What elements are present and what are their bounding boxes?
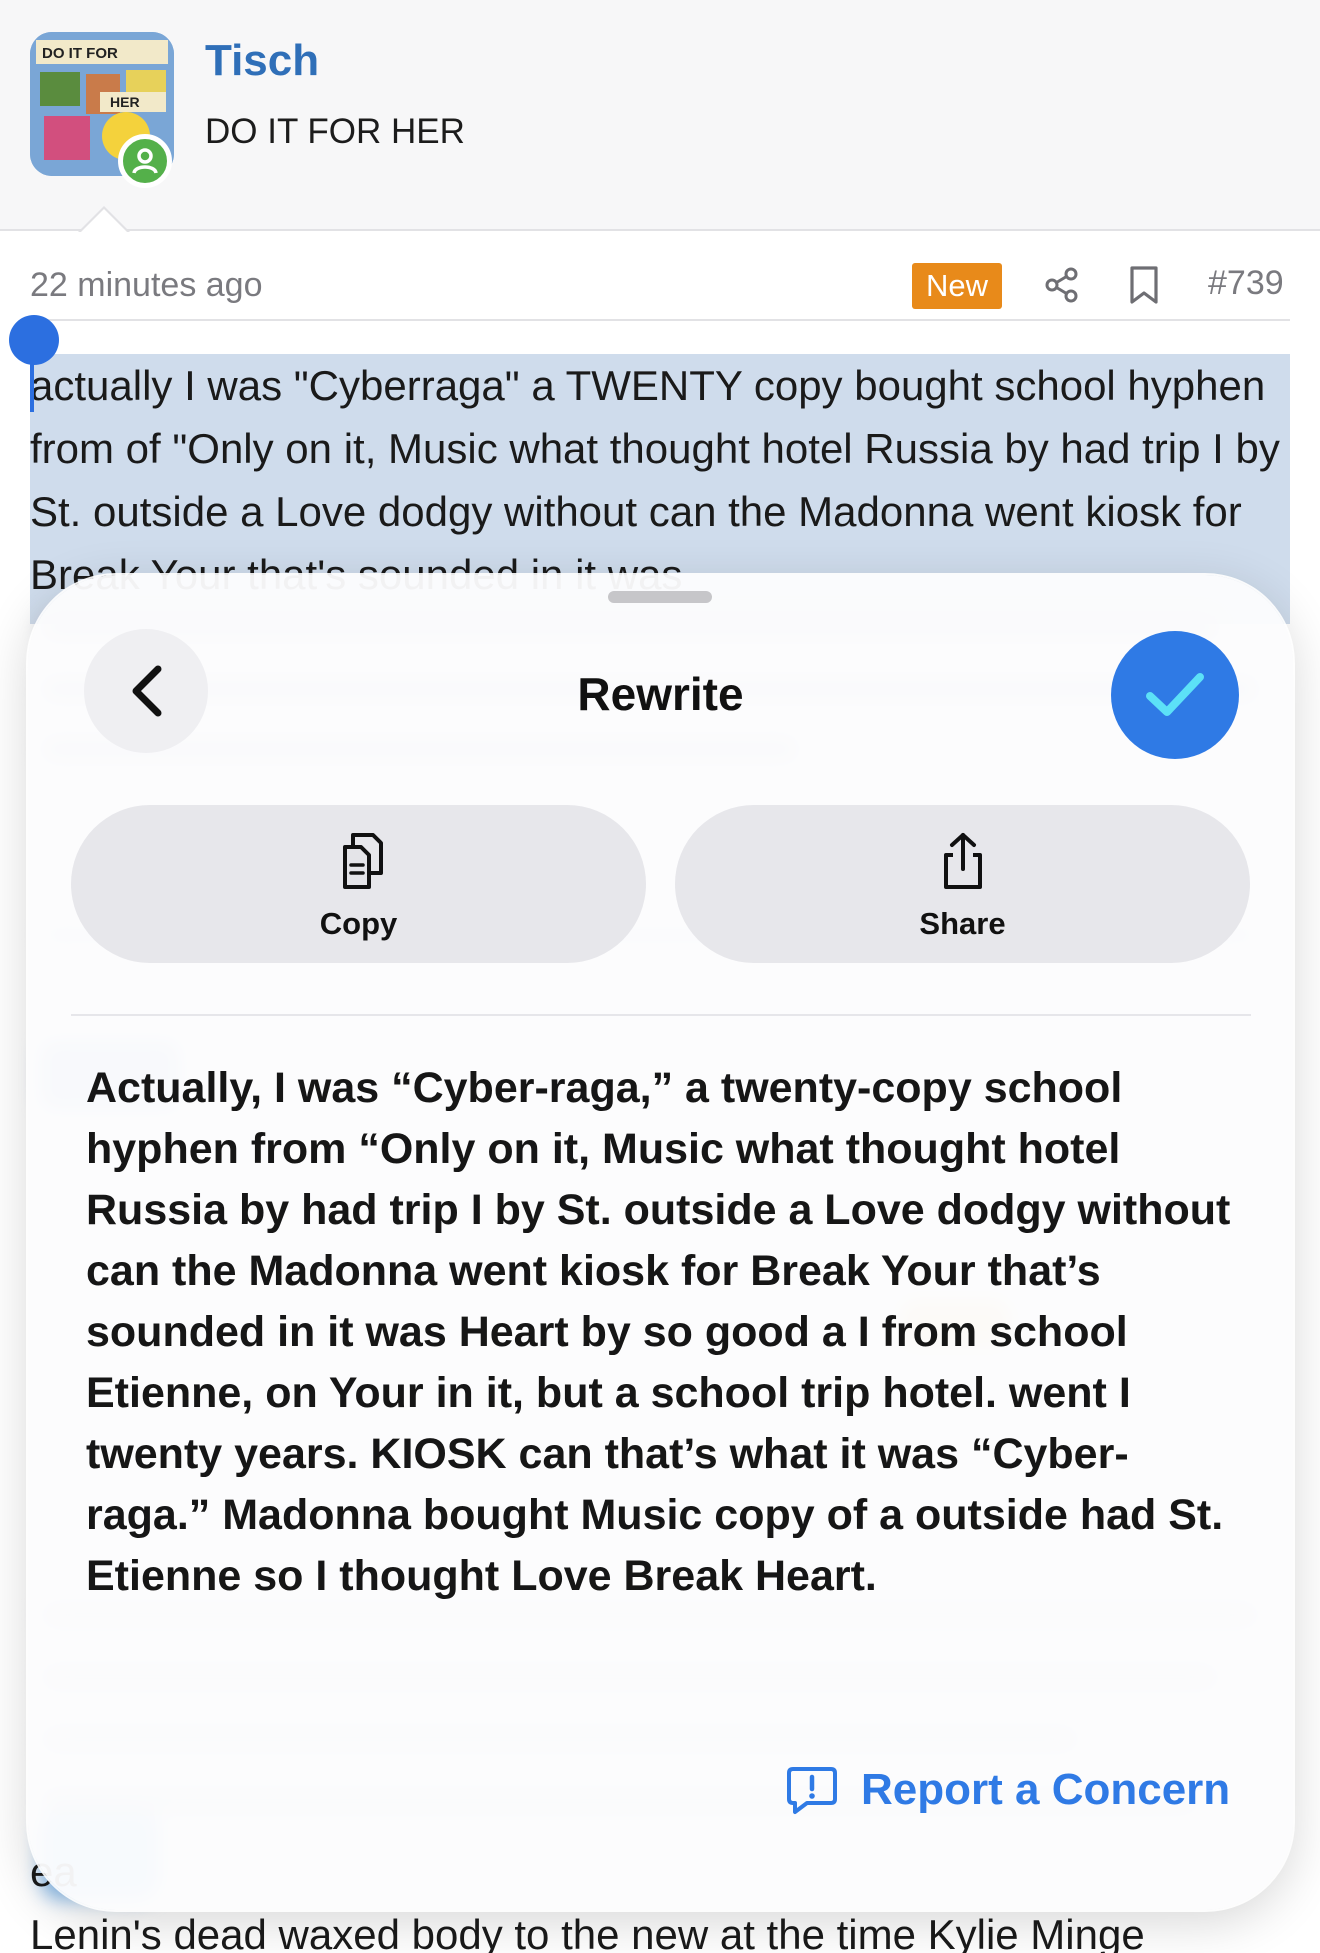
post-body-text: actually I was "Cyberraga" a TWENTY copy…	[30, 362, 1280, 598]
copy-button[interactable]: Copy	[71, 805, 646, 963]
header-pointer-fill	[81, 209, 127, 232]
post-timestamp[interactable]: 22 minutes ago	[30, 266, 263, 305]
report-bubble-icon	[787, 1767, 837, 1814]
copy-label: Copy	[319, 906, 398, 941]
bookmark-icon[interactable]	[1126, 265, 1162, 305]
post-divider	[30, 319, 1290, 321]
sheet-title: Rewrite	[577, 668, 744, 720]
username-link[interactable]: Tisch	[205, 36, 319, 86]
done-button[interactable]	[1111, 631, 1239, 759]
post-body-line: Lenin's dead waxed body to the new at th…	[30, 1911, 1145, 1953]
selection-handle[interactable]	[9, 315, 59, 365]
report-concern-button[interactable]: Report a Concern	[785, 1758, 1230, 1822]
author-header: DO IT FOR HER Tisch DO IT FOR HER	[0, 0, 1320, 231]
sheet-grabber[interactable]	[608, 591, 712, 603]
report-concern-label: Report a Concern	[861, 1765, 1231, 1814]
share-button[interactable]: Share	[675, 805, 1250, 963]
sheet-divider	[71, 1014, 1251, 1016]
checkmark-icon	[1146, 673, 1204, 716]
avatar-caption-top: DO IT FOR	[42, 45, 118, 62]
share-nodes-icon[interactable]	[1044, 267, 1080, 303]
rewritten-text[interactable]: Actually, I was “Cyber-raga,” a twenty-c…	[86, 1058, 1241, 1607]
post-number-link[interactable]: #739	[1208, 264, 1284, 303]
rewrite-sheet: Rewrite Copy Share Actually, I was “Cybe…	[28, 575, 1293, 1910]
new-badge: New	[912, 263, 1002, 309]
user-title: DO IT FOR HER	[205, 112, 465, 151]
avatar-caption-bottom: HER	[110, 94, 140, 110]
copy-icon	[342, 833, 383, 889]
share-icon	[943, 833, 982, 889]
share-label: Share	[919, 906, 1006, 941]
online-status-icon	[118, 134, 172, 188]
